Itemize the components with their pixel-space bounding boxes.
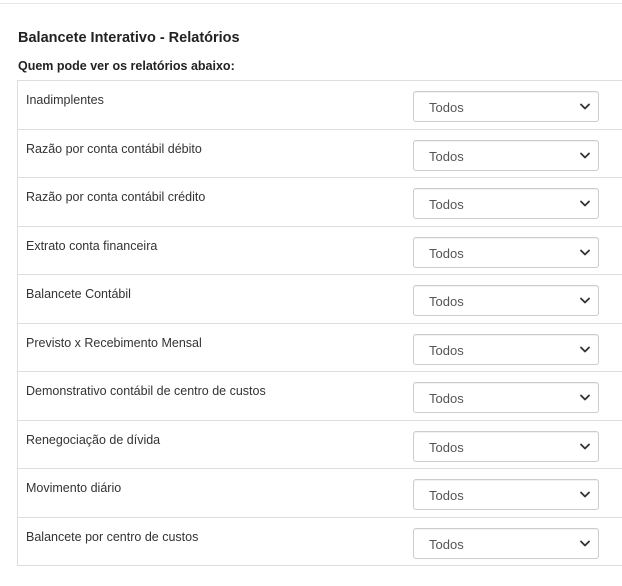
table-row: Previsto x Recebimento Mensal Todos (18, 324, 622, 372)
chevron-down-icon (580, 394, 590, 401)
report-label: Razão por conta contábil débito (26, 141, 202, 156)
select-value: Todos (429, 294, 464, 309)
table-row: Balancete por centro de custos Todos (18, 518, 622, 566)
table-row: Balancete Contábil Todos (18, 275, 622, 324)
chevron-down-icon (580, 249, 590, 255)
select-value: Todos (429, 197, 464, 212)
report-label: Previsto x Recebimento Mensal (26, 335, 202, 350)
visibility-select[interactable]: Todos (413, 382, 599, 413)
table-row: Razão por conta contábil débito Todos (18, 130, 622, 178)
table-row: Extrato conta financeira Todos (18, 227, 622, 275)
select-value: Todos (429, 342, 464, 358)
table-row: Demonstrativo contábil de centro de cust… (18, 372, 622, 421)
chevron-down-icon (580, 540, 590, 546)
chevron-down-icon (580, 443, 590, 449)
select-value: Todos (429, 100, 464, 115)
select-value: Todos (429, 391, 464, 406)
report-permissions-table: Inadimplentes Todos Razão por conta cont… (17, 80, 622, 566)
report-label: Movimento diário (26, 481, 122, 495)
report-label: Balancete por centro de custos (26, 529, 199, 544)
chevron-down-icon (580, 297, 590, 304)
visibility-select[interactable]: Todos (413, 479, 599, 510)
select-value: Todos (429, 148, 464, 164)
page-title: Balancete Interativo - Relatórios (18, 30, 240, 46)
table-row: Inadimplentes Todos (18, 81, 622, 130)
select-value: Todos (429, 488, 464, 503)
select-value: Todos (429, 536, 464, 552)
report-label: Demonstrativo contábil de centro de cust… (26, 384, 266, 398)
select-value: Todos (429, 439, 464, 455)
chevron-down-icon (580, 346, 590, 352)
report-label: Razão por conta contábil crédito (26, 190, 206, 204)
chevron-down-icon (580, 200, 590, 207)
table-row: Movimento diário Todos (18, 469, 622, 518)
report-label: Balancete Contábil (26, 287, 131, 301)
table-row: Razão por conta contábil crédito Todos (18, 178, 622, 227)
visibility-select[interactable]: Todos (413, 236, 599, 268)
visibility-select[interactable]: Todos (413, 91, 599, 122)
top-divider (0, 3, 622, 4)
page-subtitle: Quem pode ver os relatórios abaixo: (18, 59, 235, 73)
visibility-select[interactable]: Todos (413, 139, 599, 171)
table-row: Renegociação de dívida Todos (18, 421, 622, 469)
visibility-select[interactable]: Todos (413, 188, 599, 219)
visibility-select[interactable]: Todos (413, 285, 599, 316)
select-value: Todos (429, 245, 464, 261)
chevron-down-icon (580, 491, 590, 498)
chevron-down-icon (580, 103, 590, 110)
chevron-down-icon (580, 152, 590, 158)
report-label: Renegociação de dívida (26, 432, 161, 447)
visibility-select[interactable]: Todos (413, 527, 599, 559)
report-label: Inadimplentes (26, 93, 104, 107)
visibility-select[interactable]: Todos (413, 430, 599, 462)
visibility-select[interactable]: Todos (413, 333, 599, 365)
report-label: Extrato conta financeira (26, 238, 158, 253)
